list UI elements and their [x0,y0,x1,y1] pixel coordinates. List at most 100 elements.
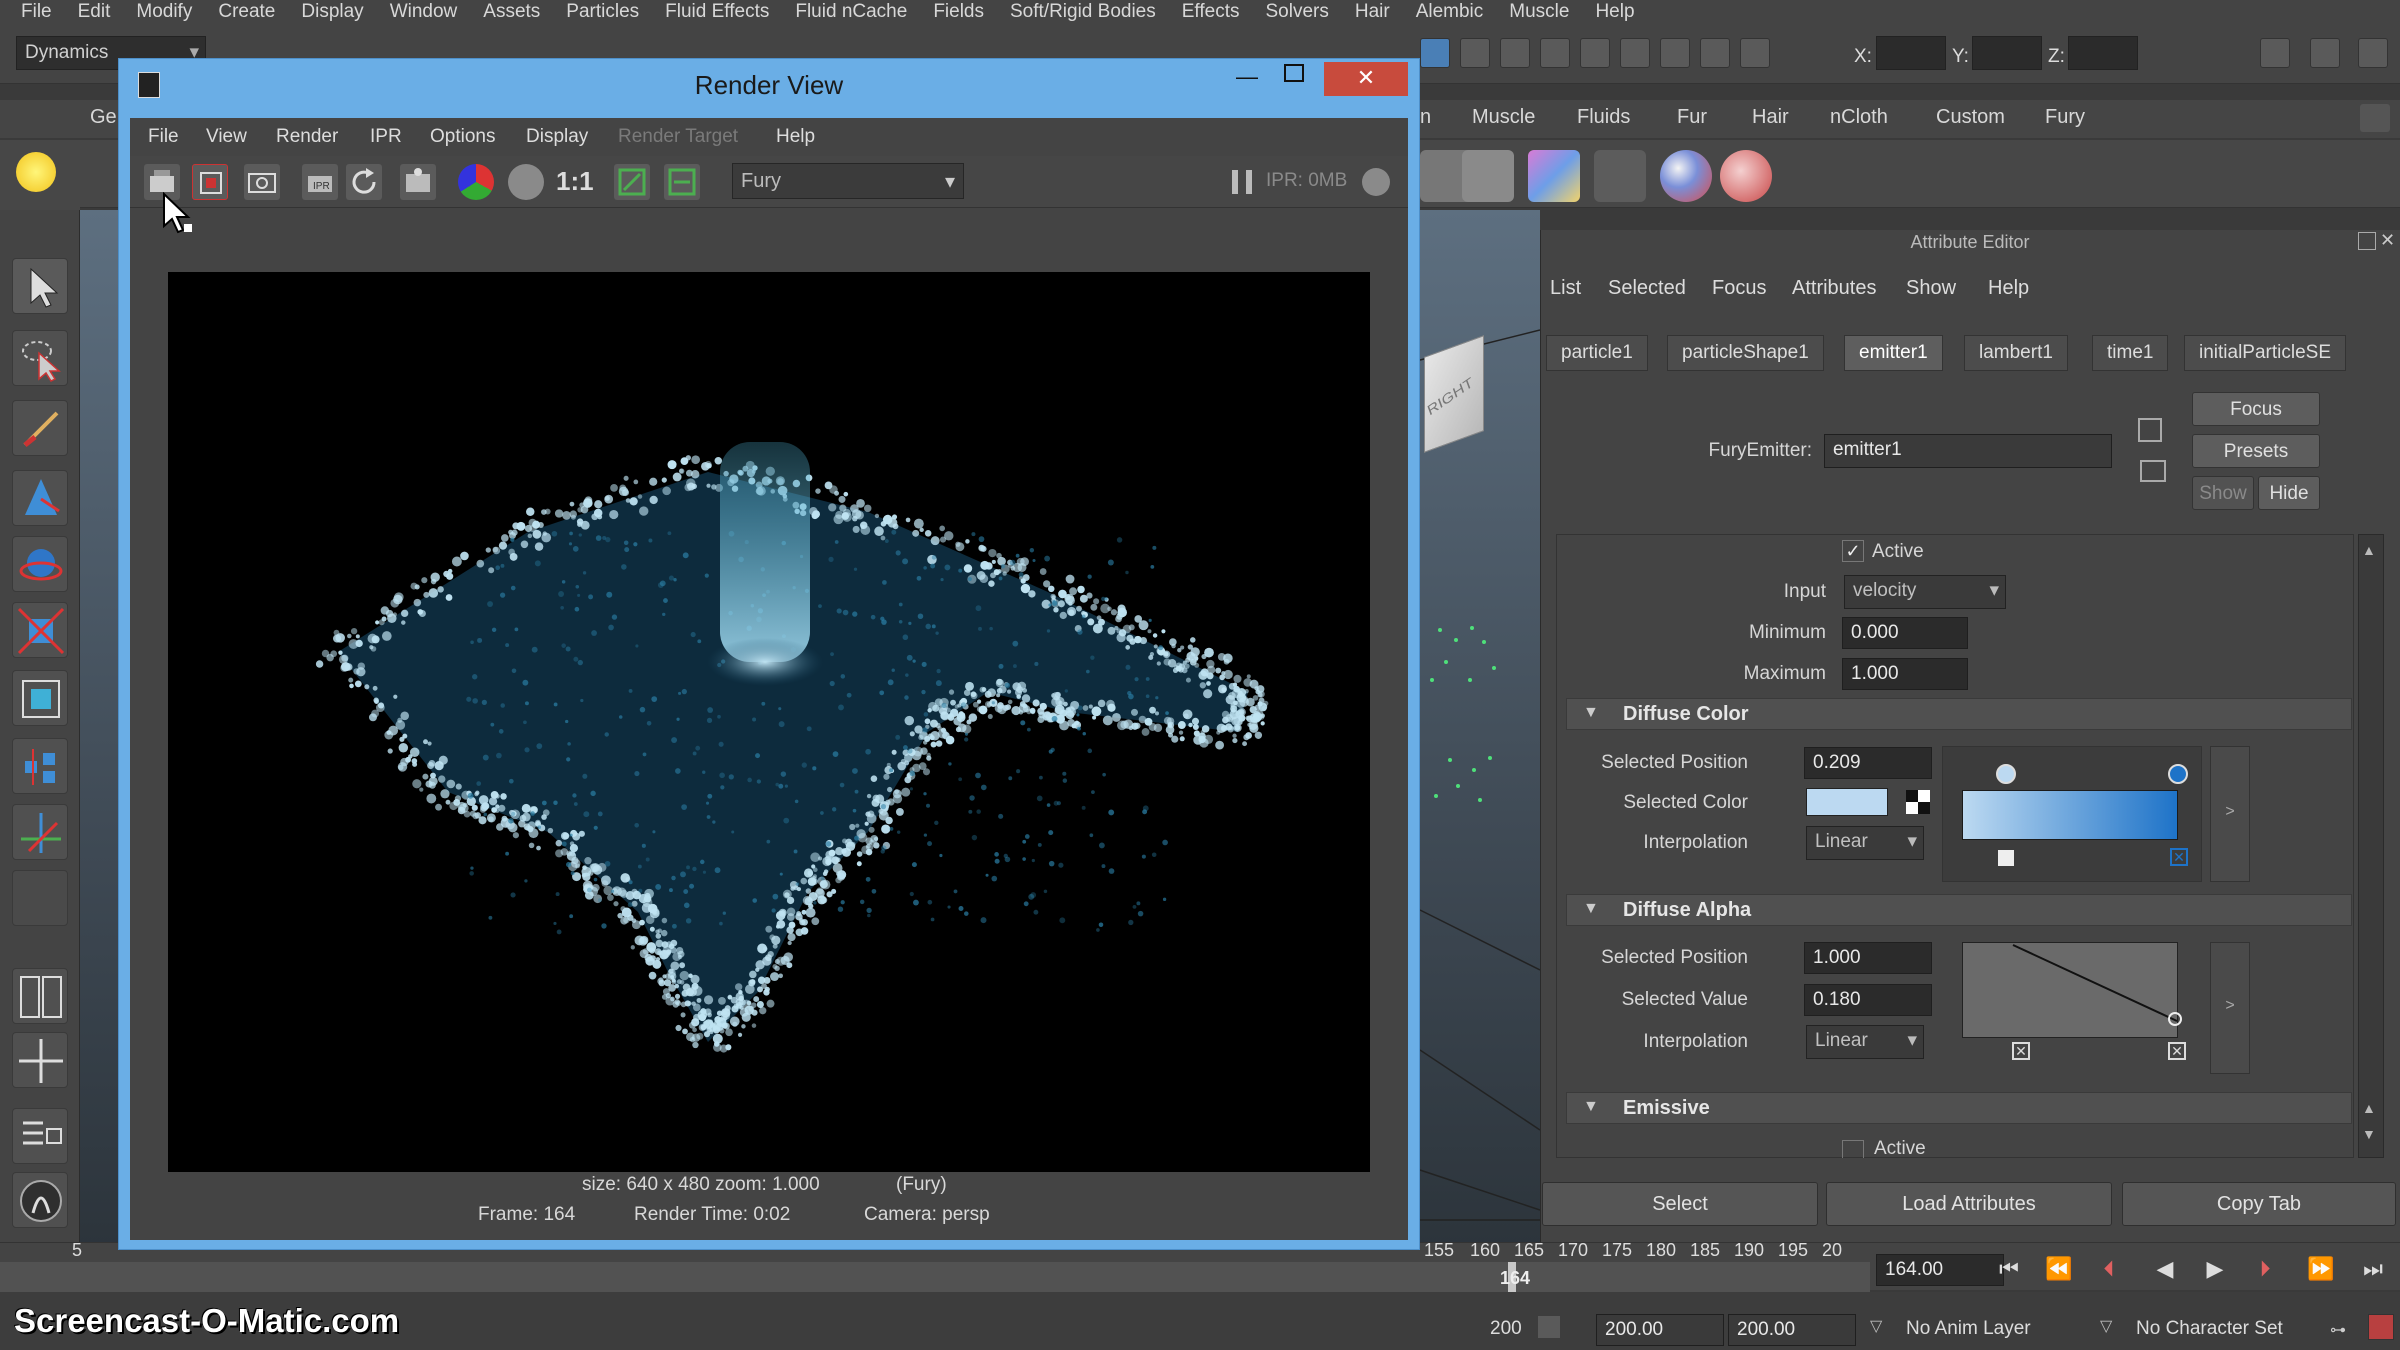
menu-fluid-effects[interactable]: Fluid Effects [652,1,782,23]
shelf-tab-fur[interactable]: Fur [1677,106,1707,129]
maximum-field[interactable]: 1.000 [1842,658,1968,690]
dc-interpolation-dropdown[interactable]: Linear [1806,826,1924,860]
menu-edit[interactable]: Edit [65,1,124,23]
anim-start-field[interactable]: 200.00 [1596,1314,1724,1346]
minimize-icon[interactable]: — [1236,64,1258,90]
texture-map-icon[interactable] [1906,790,1930,814]
brush-sphere-icon[interactable] [1720,150,1772,202]
shelf-button-icon[interactable] [1462,150,1514,202]
show-button[interactable]: Show [2192,476,2254,510]
tab-initialparticlese[interactable]: initialParticleSE [2184,335,2346,371]
diffuse-color-section[interactable]: Diffuse Color [1566,698,2352,730]
shelf-tab-custom[interactable]: Custom [1936,106,2005,129]
color-ramp[interactable] [1962,790,2178,840]
rv-menu-ipr[interactable]: IPR [370,126,402,148]
curve-expand-button[interactable]: > [2210,942,2250,1074]
tab-lambert1[interactable]: lambert1 [1964,335,2068,371]
icon-toggle[interactable] [1420,38,1450,68]
rv-menu-options[interactable]: Options [430,126,495,148]
menu-solvers[interactable]: Solvers [1252,1,1341,23]
da-interpolation-dropdown[interactable]: Linear [1806,1025,1924,1059]
menu-muscle[interactable]: Muscle [1496,1,1582,23]
step-forward-frame-icon[interactable]: ⏵ [2250,1256,2280,1286]
dc-selected-color-swatch[interactable] [1806,788,1888,816]
menu-particles[interactable]: Particles [553,1,652,23]
scroll-up-icon[interactable]: ▲ [2362,1100,2376,1116]
menu-hair[interactable]: Hair [1342,1,1403,23]
step-back-frame-icon[interactable]: ⏴ [2094,1256,2124,1286]
scroll-up-icon[interactable]: ▲ [2362,542,2376,558]
alpha-curve-graph[interactable] [1962,942,2178,1038]
move-tool-icon[interactable] [12,470,68,526]
attr-menu-attributes[interactable]: Attributes [1792,277,1876,300]
shelf-tab-fury[interactable]: Fury [2045,106,2085,129]
rotate-tool-icon[interactable] [12,536,68,592]
channel-box-icon[interactable] [2260,38,2290,68]
scale-tool-icon[interactable] [12,602,68,658]
attribute-editor-icon[interactable] [2310,38,2340,68]
current-time-field[interactable]: 164.00 [1876,1254,2004,1286]
outliner-layout-icon[interactable] [12,1108,68,1164]
rv-menu-render[interactable]: Render [276,126,338,148]
attr-menu-show[interactable]: Show [1906,277,1956,300]
pause-ipr-icon[interactable] [1232,170,1252,194]
refresh-icon[interactable] [346,164,382,200]
attribute-scrollbar[interactable] [2358,534,2384,1158]
tool-settings-icon[interactable] [2358,38,2388,68]
input-dropdown[interactable]: velocity [1844,575,2006,609]
lasso-tool-icon[interactable] [12,330,68,386]
shelf-tab-hair[interactable]: Hair [1752,106,1789,129]
real-size-button[interactable]: 1:1 [556,166,594,197]
z-field[interactable] [2068,36,2138,70]
menu-alembic[interactable]: Alembic [1403,1,1497,23]
layout-four-icon[interactable] [12,1032,68,1088]
maximize-icon[interactable] [1284,64,1304,82]
layout-single-icon[interactable] [12,968,68,1024]
copy-tab-button[interactable]: Copy Tab [2122,1182,2396,1226]
shelf-tab-muscle[interactable]: Muscle [1472,106,1535,129]
play-backwards-icon[interactable]: ◀ [2150,1256,2180,1286]
step-forward-key-icon[interactable]: ⏩ [2306,1256,2336,1286]
menu-effects[interactable]: Effects [1169,1,1253,23]
scroll-down-icon[interactable]: ▼ [2362,1126,2376,1142]
show-manipulator-icon[interactable] [12,804,68,860]
menu-file[interactable]: File [8,1,65,23]
shelf-tab-general[interactable]: Ge [90,106,117,129]
ramp-handle-icon[interactable] [1996,764,2016,784]
shelf-tab-partial[interactable]: n [1420,106,1431,129]
attr-menu-focus[interactable]: Focus [1712,277,1766,300]
active-checkbox[interactable]: ✓ [1842,540,1864,562]
rendered-image[interactable] [168,272,1370,1172]
rv-menu-help[interactable]: Help [776,126,815,148]
snapshot-icon[interactable] [244,164,280,200]
shelf-button-icon[interactable] [1528,150,1580,202]
menu-modify[interactable]: Modify [123,1,205,23]
select-tool-icon[interactable] [12,258,68,314]
tab-particle1[interactable]: particle1 [1546,335,1648,371]
rv-menu-view[interactable]: View [206,126,247,148]
diffuse-alpha-section[interactable]: Diffuse Alpha [1566,894,2352,926]
shelf-tab-ncloth[interactable]: nCloth [1830,106,1888,129]
rv-menu-render-target[interactable]: Render Target [618,126,738,148]
menu-soft-rigid-bodies[interactable]: Soft/Rigid Bodies [997,1,1169,23]
shelf-button-icon[interactable] [1594,150,1646,202]
ramp-delete-icon[interactable]: ✕ [2170,848,2188,866]
rv-menu-file[interactable]: File [148,126,179,148]
anim-layer-dropdown-icon[interactable]: ▽ [1870,1316,1882,1336]
icon-toggle[interactable] [1620,38,1650,68]
character-set-label[interactable]: No Character Set [2136,1318,2283,1340]
da-selected-value-field[interactable]: 0.180 [1804,984,1932,1016]
ramp-handle-icon[interactable] [2168,764,2188,784]
attr-menu-selected[interactable]: Selected [1608,277,1686,300]
close-panel-icon[interactable]: ✕ [2380,230,2395,251]
go-to-end-icon[interactable]: ⏭ [2358,1256,2388,1286]
icon-toggle[interactable] [1700,38,1730,68]
emissive-active-checkbox[interactable] [1842,1140,1864,1158]
fury-logo-icon[interactable] [12,1172,68,1228]
manipulator-tool-icon[interactable] [12,670,68,726]
focus-button[interactable]: Focus [2192,392,2320,426]
menu-display[interactable]: Display [288,1,376,23]
node-name-field[interactable]: emitter1 [1824,434,2112,468]
character-set-dropdown-icon[interactable]: ▽ [2100,1316,2112,1336]
rgb-channels-icon[interactable] [458,164,494,200]
